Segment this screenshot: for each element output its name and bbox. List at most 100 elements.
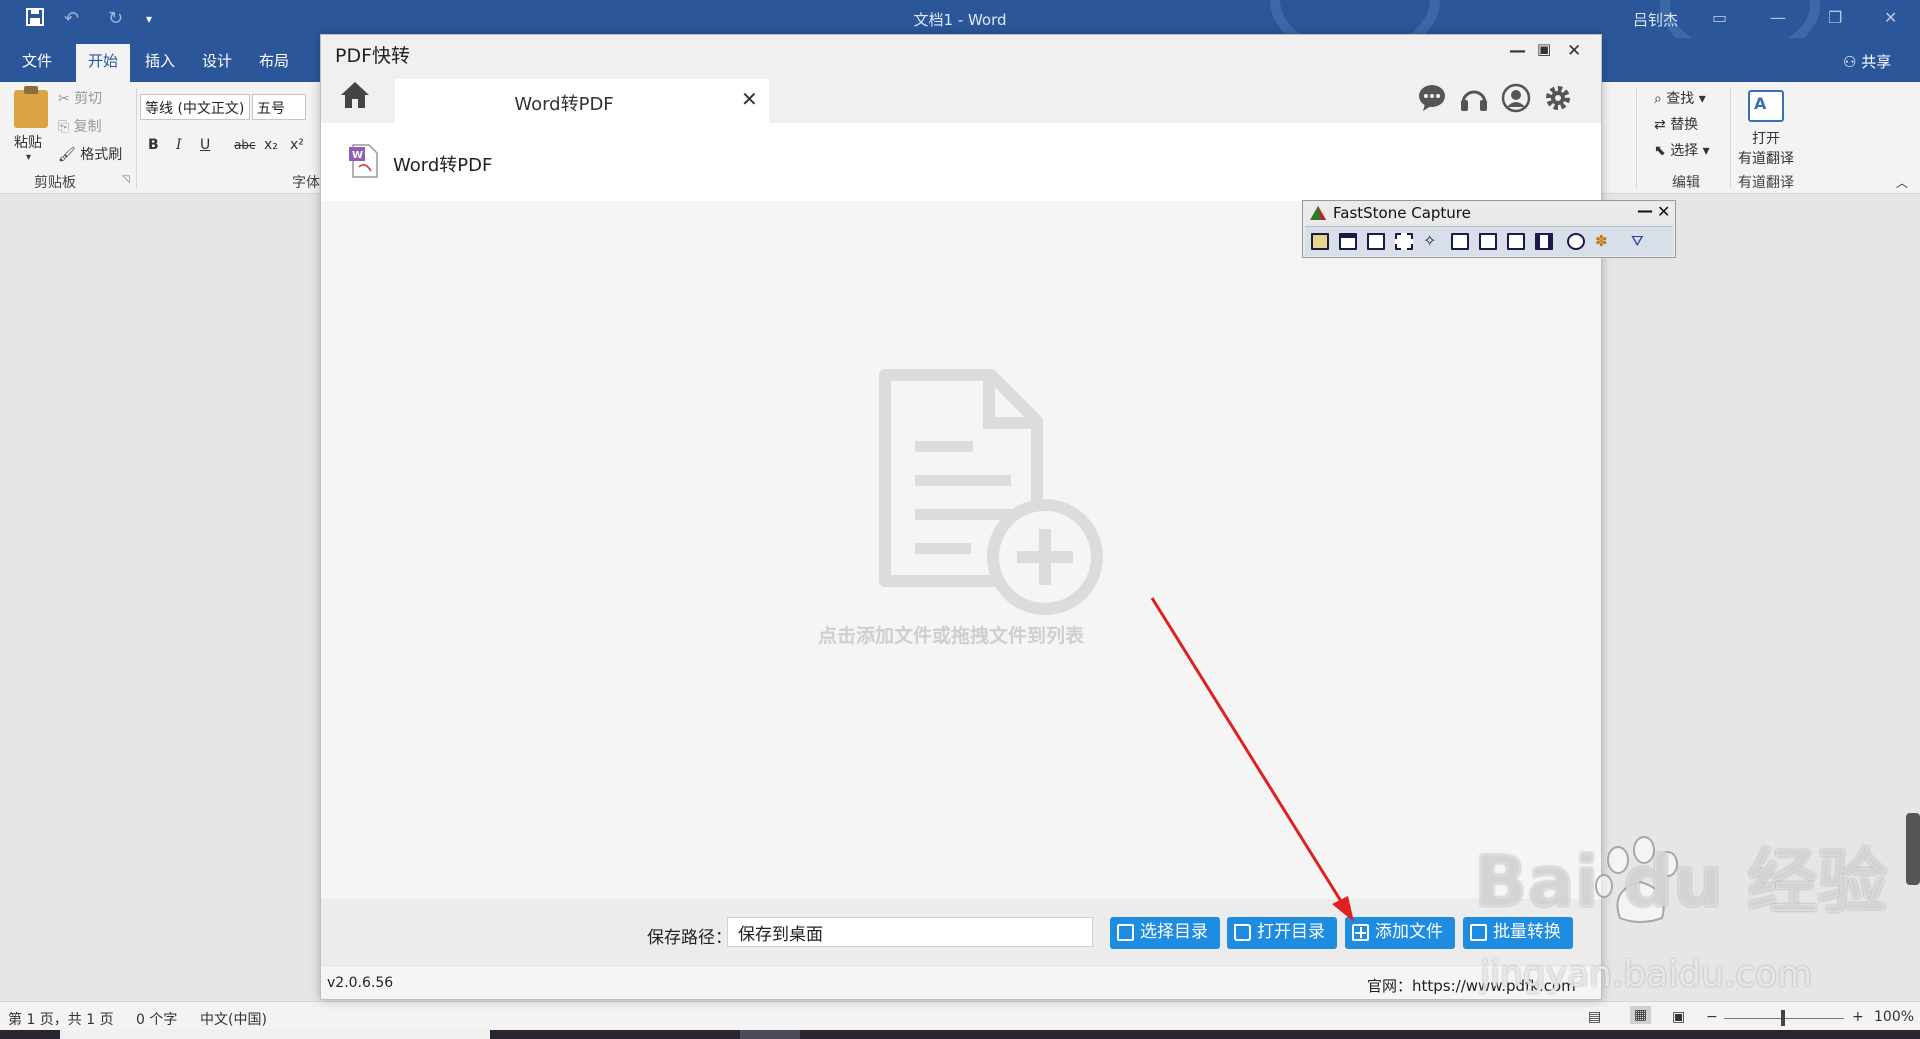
- open-directory-button[interactable]: 打开目录: [1227, 917, 1337, 949]
- pdf-maximize-icon[interactable]: ▣: [1537, 40, 1551, 58]
- paste-button[interactable]: 粘贴: [14, 132, 42, 152]
- faststone-close-icon[interactable]: ✕: [1657, 202, 1670, 221]
- capture-fullscreen-icon[interactable]: [1451, 233, 1469, 250]
- save-icon: [1117, 924, 1134, 941]
- tab-word-to-pdf[interactable]: Word转PDF ✕: [395, 79, 769, 123]
- superscript-button[interactable]: x²: [290, 137, 304, 153]
- screen-recorder-icon[interactable]: [1535, 233, 1553, 250]
- minimize-icon[interactable]: —: [1770, 8, 1786, 27]
- scissors-icon: ✂: [58, 91, 75, 107]
- capture-freehand-icon[interactable]: ✧: [1423, 233, 1441, 250]
- bold-button[interactable]: B: [148, 137, 159, 153]
- zoom-out-icon[interactable]: −: [1706, 1009, 1718, 1025]
- tab-home[interactable]: 开始: [76, 44, 131, 82]
- copy-label: 复制: [73, 119, 102, 135]
- copy-button[interactable]: ⎘ 复制: [58, 116, 102, 136]
- restore-icon[interactable]: ❐: [1828, 8, 1842, 27]
- web-layout-icon[interactable]: ▣: [1672, 1009, 1685, 1025]
- language-status[interactable]: 中文(中国): [200, 1009, 267, 1029]
- paste-dropdown-icon[interactable]: ▾: [26, 152, 31, 163]
- group-separator: [1730, 88, 1731, 188]
- add-file-button[interactable]: 添加文件: [1345, 917, 1455, 949]
- subscript-button[interactable]: x₂: [264, 137, 278, 153]
- group-label-clipboard: 剪贴板: [34, 175, 76, 191]
- word-count[interactable]: 0 个字: [136, 1009, 177, 1029]
- collapse-ribbon-icon[interactable]: ︿: [1896, 174, 1908, 191]
- read-mode-icon[interactable]: ▤: [1588, 1009, 1601, 1025]
- pdf-minimize-icon[interactable]: —: [1509, 41, 1526, 61]
- underline-button[interactable]: U: [200, 137, 210, 153]
- print-layout-icon[interactable]: ▦: [1630, 1006, 1652, 1024]
- select-button[interactable]: ⬉ 选择 ▾: [1654, 140, 1710, 160]
- capture-window-object-icon[interactable]: [1367, 233, 1385, 250]
- pdf-converter-window: PDF快转 — ▣ ✕ Word转PDF ✕ W Word转PDF 点击添加文件…: [320, 34, 1602, 1000]
- italic-button[interactable]: I: [176, 137, 182, 153]
- faststone-logo-icon: [1310, 206, 1326, 220]
- replace-button[interactable]: ⇄ 替换: [1654, 114, 1698, 134]
- cursor-icon: ⬉: [1654, 143, 1671, 159]
- open-folder-icon[interactable]: [1311, 233, 1329, 250]
- format-painter-button[interactable]: 🖌 格式刷: [58, 144, 122, 164]
- select-label: 选择: [1670, 143, 1699, 159]
- output-options-icon[interactable]: ✽: [1595, 233, 1613, 250]
- group-label-translate: 有道翻译: [1738, 175, 1794, 191]
- format-painter-label: 格式刷: [80, 147, 123, 163]
- settings-menu-icon[interactable]: ⛛: [1631, 233, 1649, 250]
- capture-fixed-region-icon[interactable]: [1507, 233, 1525, 250]
- find-button[interactable]: ⌕ 查找 ▾: [1654, 88, 1706, 108]
- pdf-window-title: PDF快转: [335, 45, 411, 67]
- share-button[interactable]: ⚇ 共享: [1843, 51, 1891, 72]
- zoom-level[interactable]: 100%: [1874, 1009, 1914, 1025]
- dialog-launcher-icon[interactable]: ◹: [122, 174, 130, 185]
- font-size-combo[interactable]: 五号: [252, 94, 306, 120]
- capture-scrolling-icon[interactable]: [1479, 233, 1497, 250]
- home-icon[interactable]: [335, 77, 375, 113]
- font-name-value: 等线 (中文正文): [145, 101, 245, 117]
- save-path-label: 保存路径：: [647, 928, 732, 948]
- chat-icon[interactable]: [1417, 83, 1447, 113]
- capture-tools: ✧ ✽ ⛛: [1305, 226, 1673, 256]
- function-title: Word转PDF: [393, 155, 493, 176]
- tab-word-to-pdf-label: Word转PDF: [514, 94, 614, 115]
- add-document-icon[interactable]: [871, 367, 1111, 637]
- delay-timer-icon[interactable]: [1567, 233, 1585, 250]
- tab-insert[interactable]: 插入: [145, 50, 175, 71]
- ribbon-display-icon[interactable]: ▭: [1712, 8, 1727, 27]
- user-name[interactable]: 吕钊杰: [1633, 9, 1678, 30]
- zoom-in-icon[interactable]: +: [1852, 1009, 1864, 1025]
- version-label: v2.0.6.56: [327, 975, 394, 991]
- page-count[interactable]: 第 1 页，共 1 页: [8, 1009, 114, 1029]
- save-path-input[interactable]: [727, 917, 1093, 947]
- close-icon[interactable]: ✕: [1884, 8, 1897, 27]
- strikethrough-button[interactable]: abc: [234, 138, 256, 152]
- window-title: 文档1 - Word: [913, 11, 1007, 29]
- taskbar-segment: [740, 1030, 800, 1039]
- word-file-icon: W: [349, 144, 378, 178]
- taskbar: [0, 1030, 1920, 1039]
- youdao-translate-label: 有道翻译: [1738, 151, 1794, 167]
- headset-icon[interactable]: [1459, 83, 1489, 113]
- tab-file[interactable]: 文件: [22, 50, 52, 71]
- paste-icon[interactable]: [14, 86, 48, 128]
- folder-icon: [1234, 924, 1251, 941]
- tab-layout[interactable]: 布局: [259, 50, 289, 71]
- drop-hint: 点击添加文件或拖拽文件到列表: [817, 625, 1084, 647]
- tab-design[interactable]: 设计: [202, 50, 232, 71]
- group-separator: [1636, 88, 1637, 188]
- capture-rectangle-icon[interactable]: [1395, 233, 1413, 250]
- font-name-combo[interactable]: 等线 (中文正文): [140, 94, 250, 120]
- select-directory-button[interactable]: 选择目录: [1110, 917, 1220, 949]
- faststone-minimize-icon[interactable]: —: [1637, 201, 1653, 220]
- zoom-slider-thumb[interactable]: [1781, 1010, 1785, 1026]
- capture-active-window-icon[interactable]: [1339, 233, 1357, 250]
- open-translate-button[interactable]: 打开: [1752, 128, 1780, 148]
- translate-icon[interactable]: A: [1748, 90, 1784, 122]
- side-scroll-handle[interactable]: [1906, 813, 1920, 885]
- tab-close-icon[interactable]: ✕: [741, 87, 758, 111]
- search-icon: ⌕: [1654, 91, 1667, 107]
- pdf-close-icon[interactable]: ✕: [1567, 41, 1581, 61]
- user-account-icon[interactable]: [1501, 83, 1531, 113]
- cut-button[interactable]: ✂ 剪切: [58, 88, 102, 108]
- group-label-editing: 编辑: [1672, 175, 1700, 191]
- settings-gear-icon[interactable]: [1543, 83, 1573, 113]
